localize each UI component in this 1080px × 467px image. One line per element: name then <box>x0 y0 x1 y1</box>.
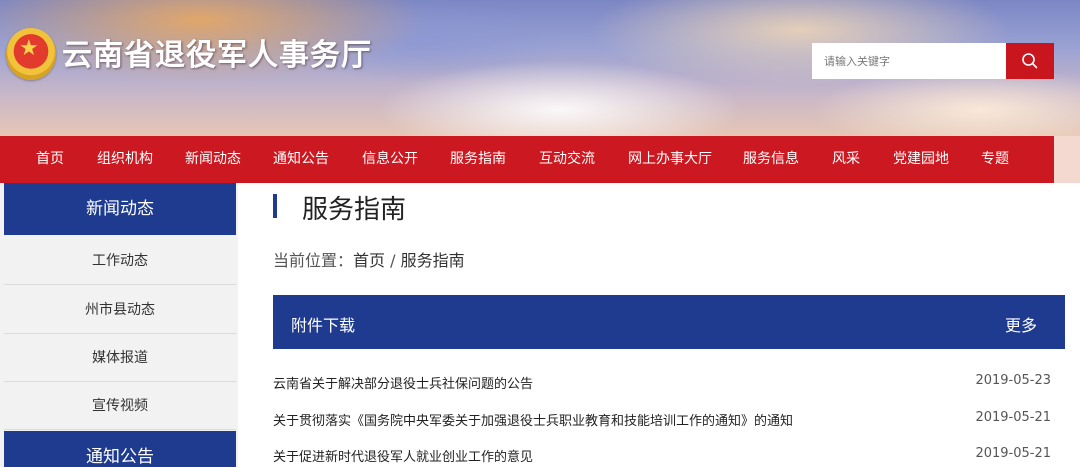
header-banner: ★ 云南省退役军人事务厅 <box>0 0 1080 136</box>
sidebar-item-work-news[interactable]: 工作动态 <box>4 237 236 285</box>
site-title: 云南省退役军人事务厅 <box>62 38 372 73</box>
nav-item-info-public[interactable]: 信息公开 <box>362 136 418 183</box>
list-item: 关于贯彻落实《国务院中央军委关于加强退役士兵职业教育和技能培训工作的通知》的通知… <box>273 402 1065 438</box>
search-button[interactable] <box>1006 43 1054 79</box>
search-input[interactable] <box>812 43 1006 79</box>
national-emblem-icon: ★ <box>6 28 56 80</box>
sidebar-heading-news[interactable]: 新闻动态 <box>4 183 236 235</box>
sidebar-item-county-news[interactable]: 州市县动态 <box>4 286 236 334</box>
search-icon <box>1022 53 1038 69</box>
nav-item-style[interactable]: 风采 <box>832 136 860 183</box>
list-item-date: 2019-05-23 <box>975 373 1051 388</box>
nav-item-interaction[interactable]: 互动交流 <box>539 136 595 183</box>
search-box <box>812 43 1054 79</box>
breadcrumb-home-link[interactable]: 首页 <box>353 251 385 270</box>
section-title: 附件下载 <box>291 316 356 335</box>
sidebar: 新闻动态 工作动态 州市县动态 媒体报道 宣传视频 通知公告 <box>0 183 238 467</box>
nav-item-party[interactable]: 党建园地 <box>893 136 949 183</box>
attachments-section-header: 附件下载 更多 <box>273 295 1065 349</box>
list-item-date: 2019-05-21 <box>975 446 1051 461</box>
nav-item-notices[interactable]: 通知公告 <box>273 136 329 183</box>
sidebar-item-media[interactable]: 媒体报道 <box>4 334 236 382</box>
more-link[interactable]: 更多 <box>1005 312 1037 336</box>
list-item-title[interactable]: 关于贯彻落实《国务院中央军委关于加强退役士兵职业教育和技能培训工作的通知》的通知 <box>273 410 793 429</box>
nav-item-news[interactable]: 新闻动态 <box>185 136 241 183</box>
sidebar-heading-notices[interactable]: 通知公告 <box>4 431 236 467</box>
breadcrumb-current[interactable]: 服务指南 <box>401 251 465 270</box>
nav-item-service-guide[interactable]: 服务指南 <box>450 136 506 183</box>
list-item-date: 2019-05-21 <box>975 410 1051 425</box>
list-item: 关于促进新时代退役军人就业创业工作的意见 2019-05-21 <box>273 438 1065 467</box>
breadcrumb-separator: / <box>385 251 401 270</box>
nav-edge <box>1054 136 1080 183</box>
breadcrumb: 当前位置：首页 / 服务指南 <box>273 247 465 271</box>
main-content: 服务指南 当前位置：首页 / 服务指南 附件下载 更多 云南省关于解决部分退役士… <box>238 183 1080 467</box>
nav-item-organization[interactable]: 组织机构 <box>97 136 153 183</box>
sidebar-item-videos[interactable]: 宣传视频 <box>4 382 236 430</box>
page-title: 服务指南 <box>302 195 407 225</box>
list-item: 云南省关于解决部分退役士兵社保问题的公告 2019-05-23 <box>273 365 1065 401</box>
nav-item-topics[interactable]: 专题 <box>981 136 1009 183</box>
nav-item-service-info[interactable]: 服务信息 <box>743 136 799 183</box>
list-item-title[interactable]: 云南省关于解决部分退役士兵社保问题的公告 <box>273 373 533 392</box>
nav-item-online-hall[interactable]: 网上办事大厅 <box>628 136 712 183</box>
breadcrumb-prefix: 当前位置： <box>273 251 354 270</box>
title-accent-bar <box>273 194 277 218</box>
main-nav: 首页 组织机构 新闻动态 通知公告 信息公开 服务指南 互动交流 网上办事大厅 … <box>0 136 1054 183</box>
list-item-title[interactable]: 关于促进新时代退役军人就业创业工作的意见 <box>273 446 533 465</box>
nav-item-home[interactable]: 首页 <box>36 136 64 183</box>
